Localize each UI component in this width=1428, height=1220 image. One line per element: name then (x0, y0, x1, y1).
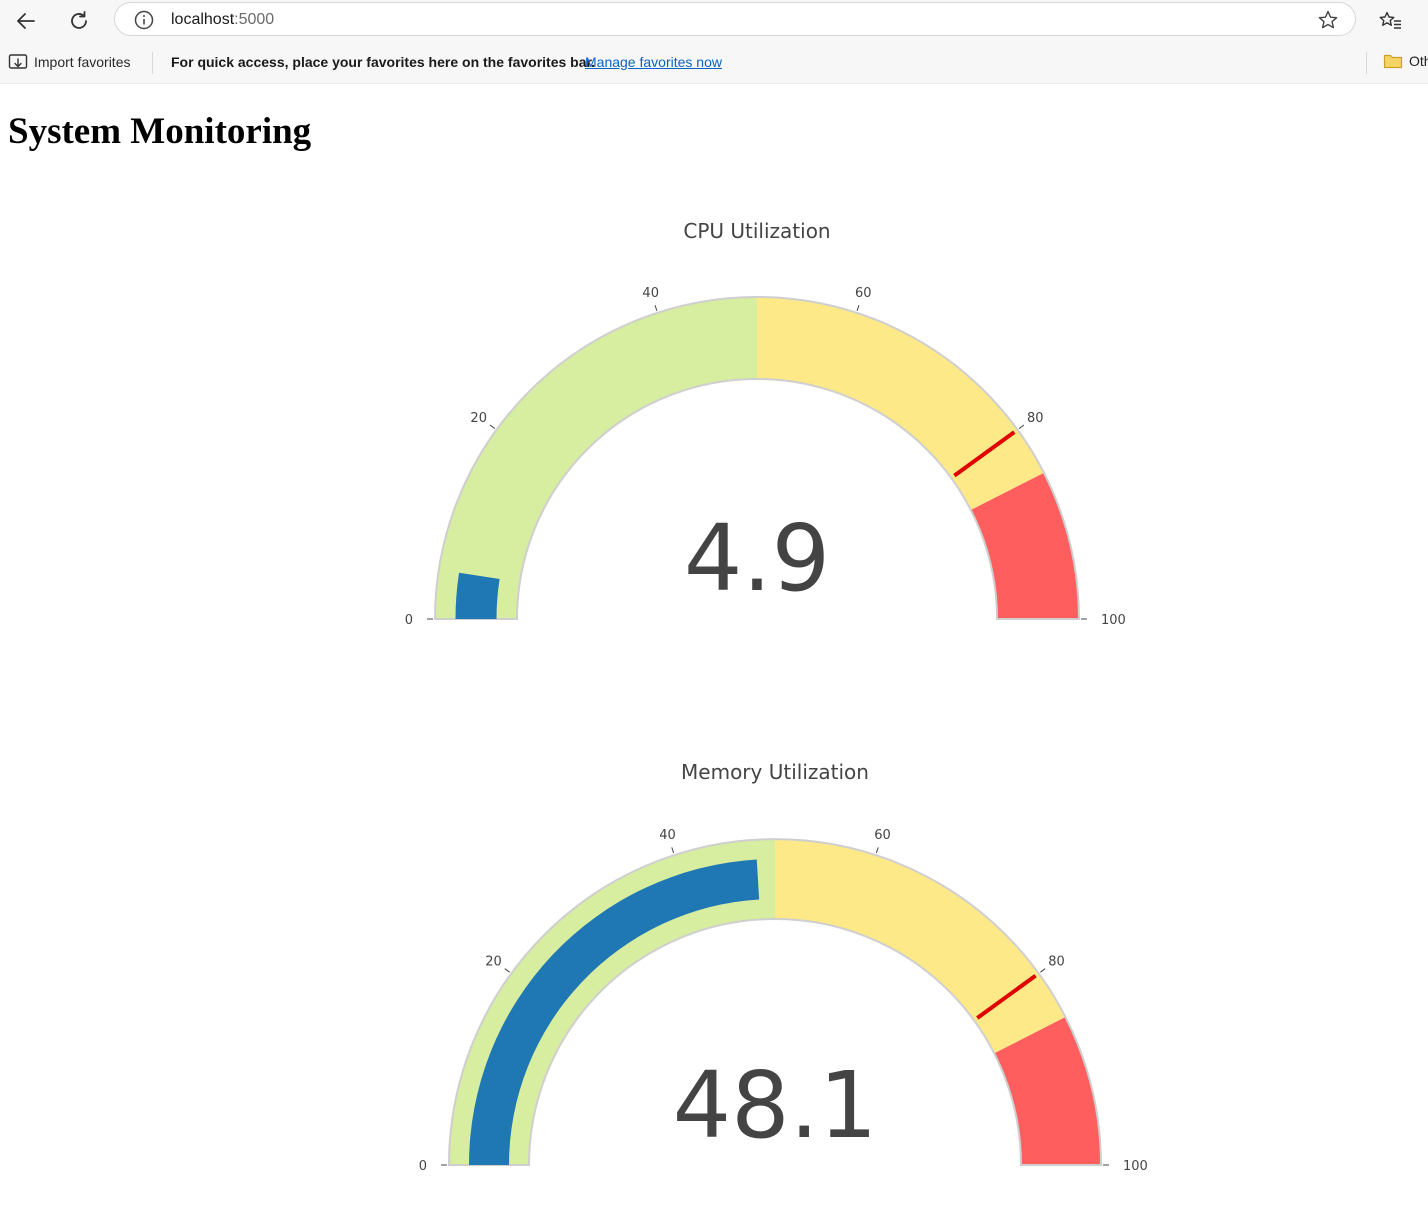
gauge-tick-label: 60 (855, 286, 872, 301)
gauge-tick (875, 847, 879, 854)
gauge-step (757, 297, 1044, 511)
gauge-tick-label: 60 (874, 828, 891, 843)
gauge-tick-label: 100 (1101, 613, 1126, 628)
gauge-tick (1018, 424, 1025, 429)
gauge-tick (856, 304, 860, 312)
gauge-value-text: 48.1 (673, 1052, 878, 1159)
gauge-tick-label: 100 (1123, 1159, 1148, 1174)
gauge-tick-label: 0 (419, 1159, 427, 1174)
gauge-memory: Memory Utilization 0 20 40 60 80 100 48.1 (419, 760, 1148, 1174)
gauge-tick-label: 80 (1048, 954, 1065, 969)
gauges-canvas: CPU Utilization 0 20 40 60 80 100 4.9 Memory Uti… (405, 219, 1148, 1174)
gauge-value-bar (455, 572, 500, 619)
gauge-tick-label: 80 (1027, 411, 1044, 426)
gauge-tick (1040, 968, 1046, 973)
gauge-tick-label: 0 (405, 613, 413, 628)
gauge-tick-label: 40 (642, 286, 659, 301)
gauge-tick-label: 20 (470, 411, 487, 426)
gauge-tick (489, 424, 496, 429)
gauge-tick (654, 304, 658, 312)
gauge-cpu: CPU Utilization 0 20 40 60 80 100 4.9 (405, 219, 1126, 628)
gauge-tick-label: 20 (485, 954, 502, 969)
gauge-step (775, 839, 1066, 1054)
gauge-title: CPU Utilization (683, 219, 830, 243)
gauge-title: Memory Utilization (681, 760, 869, 784)
gauge-tick (504, 968, 510, 973)
gauge-tick-label: 40 (659, 828, 676, 843)
gauge-value-text: 4.9 (684, 505, 830, 612)
gauge-tick (671, 847, 675, 854)
